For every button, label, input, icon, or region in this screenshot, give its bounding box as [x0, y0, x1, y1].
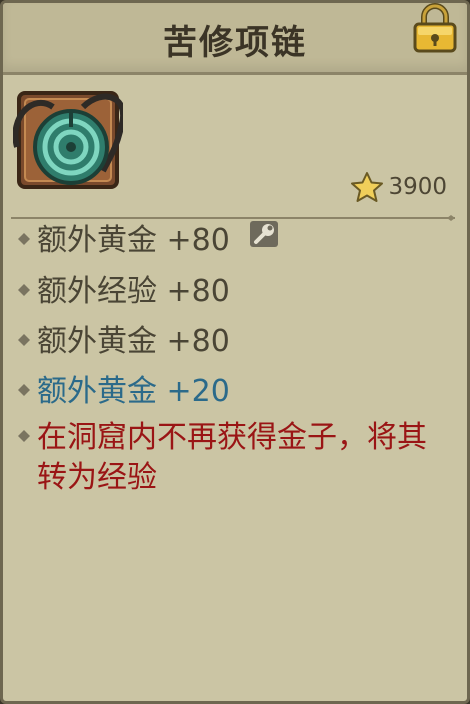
- item-title: 苦修项链: [163, 23, 307, 63]
- jade-necklace-icon: [12, 87, 126, 193]
- stat-row: 在洞窟内不再获得金子，将其转为经验: [11, 418, 451, 498]
- stat-list: 额外黄金 +80 额外经验 +80 额外黄金 +80 额外黄金 +20 在洞窟内…: [11, 217, 451, 500]
- cost-value: 3900: [388, 174, 447, 200]
- stat-row: 额外黄金 +80: [11, 318, 451, 366]
- padlock-icon[interactable]: [409, 3, 461, 53]
- diamond-bullet-icon: [11, 217, 37, 245]
- wrench-icon[interactable]: [249, 215, 279, 263]
- star-icon: [351, 172, 384, 202]
- diamond-bullet-icon: [11, 418, 37, 442]
- item-cost: 3900: [350, 171, 447, 203]
- stat-text: 额外经验 +80: [37, 273, 230, 309]
- title-bar: 苦修项链: [3, 3, 467, 75]
- stat-text: 在洞窟内不再获得金子，将其转为经验: [37, 419, 427, 495]
- stat-text: 额外黄金 +80: [37, 323, 230, 359]
- diamond-bullet-icon: [11, 268, 37, 296]
- stat-row: 额外黄金 +80: [11, 217, 451, 266]
- stat-row: 额外黄金 +20: [11, 368, 451, 416]
- diamond-bullet-icon: [11, 318, 37, 346]
- diamond-bullet-icon: [11, 368, 37, 396]
- stat-text: 额外黄金 +80: [37, 223, 230, 258]
- stat-text: 额外黄金 +20: [37, 373, 230, 409]
- item-tooltip-panel: 苦修项链 3900 额外黄金 +80 额外经验 +80 额外黄金 +80 额外黄…: [0, 0, 470, 704]
- divider: [11, 206, 455, 221]
- stat-row: 额外经验 +80: [11, 268, 451, 316]
